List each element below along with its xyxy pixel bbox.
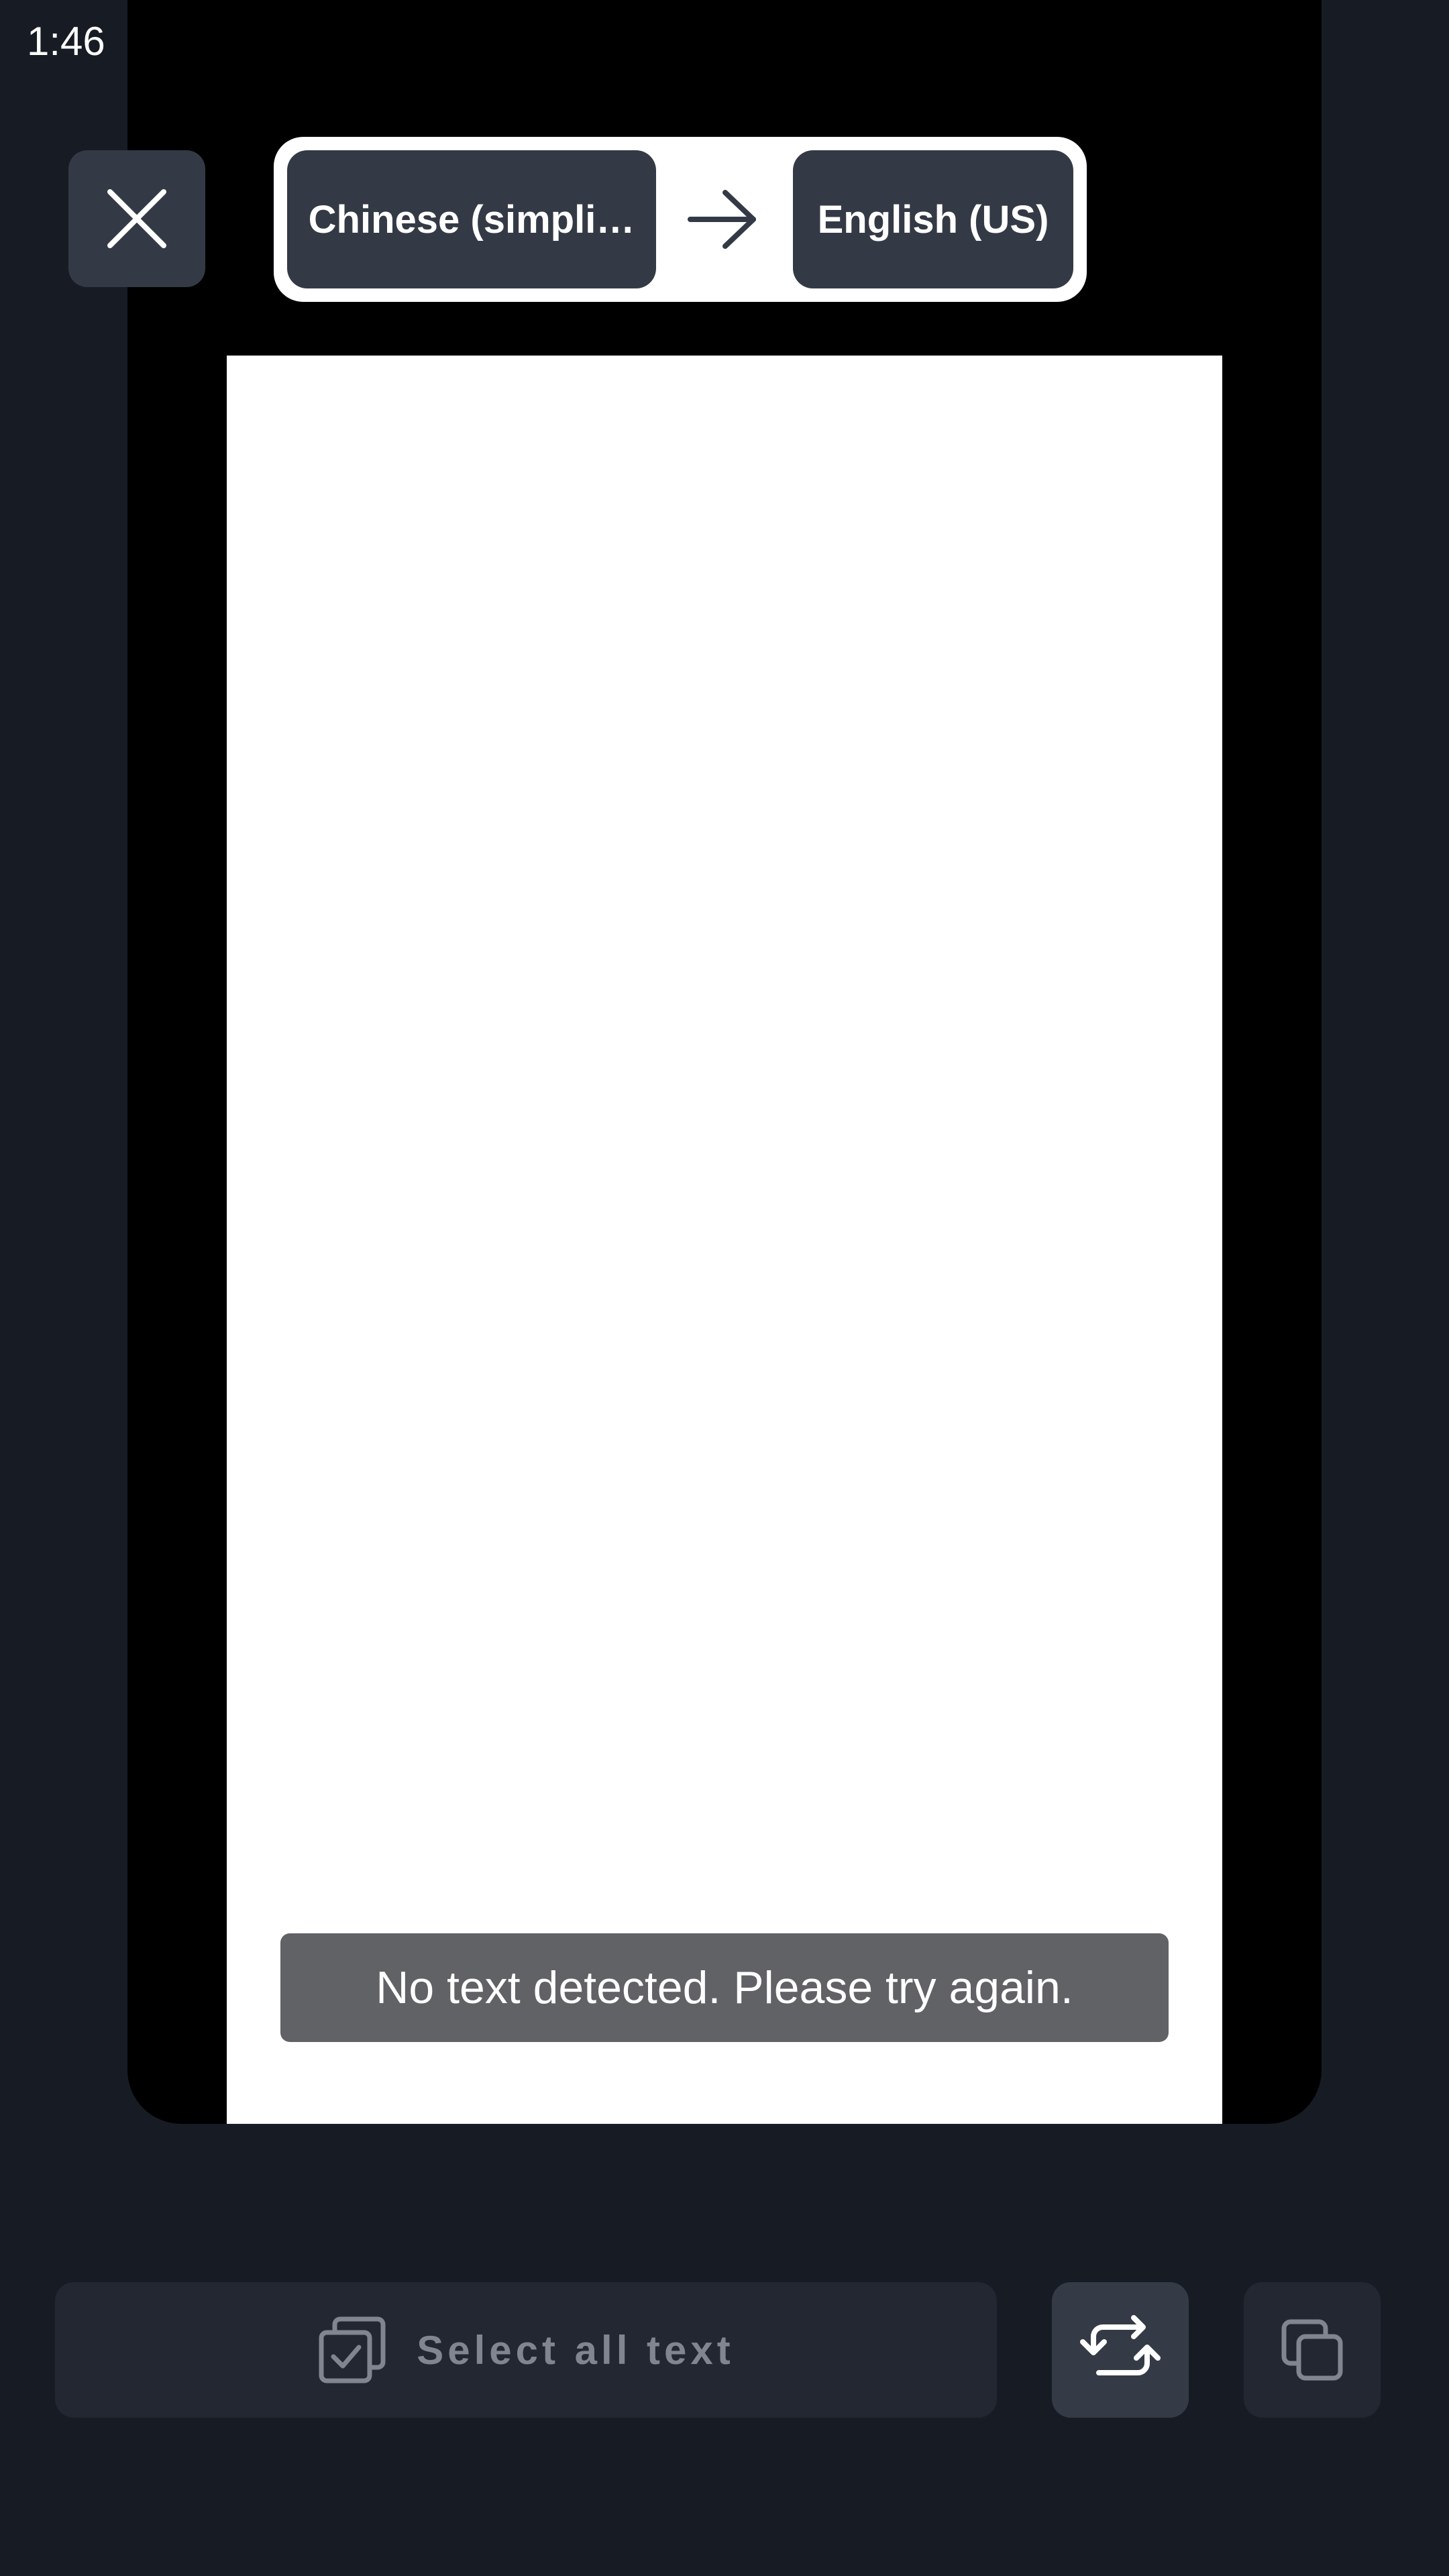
captured-image xyxy=(227,356,1222,2124)
copy-icon xyxy=(1281,2319,1343,2381)
status-time: 1:46 xyxy=(27,19,105,64)
toast-message: No text detected. Please try again. xyxy=(376,1962,1073,2013)
close-button[interactable] xyxy=(68,150,205,287)
no-text-toast: No text detected. Please try again. xyxy=(280,1933,1169,2042)
select-all-label: Select all text xyxy=(417,2327,735,2373)
source-language-button[interactable]: Chinese (simpli… xyxy=(287,150,656,288)
target-language-button[interactable]: English (US) xyxy=(793,150,1073,288)
arrow-right-icon xyxy=(688,190,756,249)
copy-button[interactable] xyxy=(1244,2282,1381,2418)
select-all-icon xyxy=(319,2316,386,2383)
close-icon xyxy=(107,189,166,248)
swap-camera-button[interactable] xyxy=(1052,2282,1189,2418)
select-all-text-button[interactable]: Select all text xyxy=(55,2282,997,2418)
language-selector: Chinese (simpli… English (US) xyxy=(274,137,1087,302)
swap-camera-icon xyxy=(1080,2315,1161,2375)
